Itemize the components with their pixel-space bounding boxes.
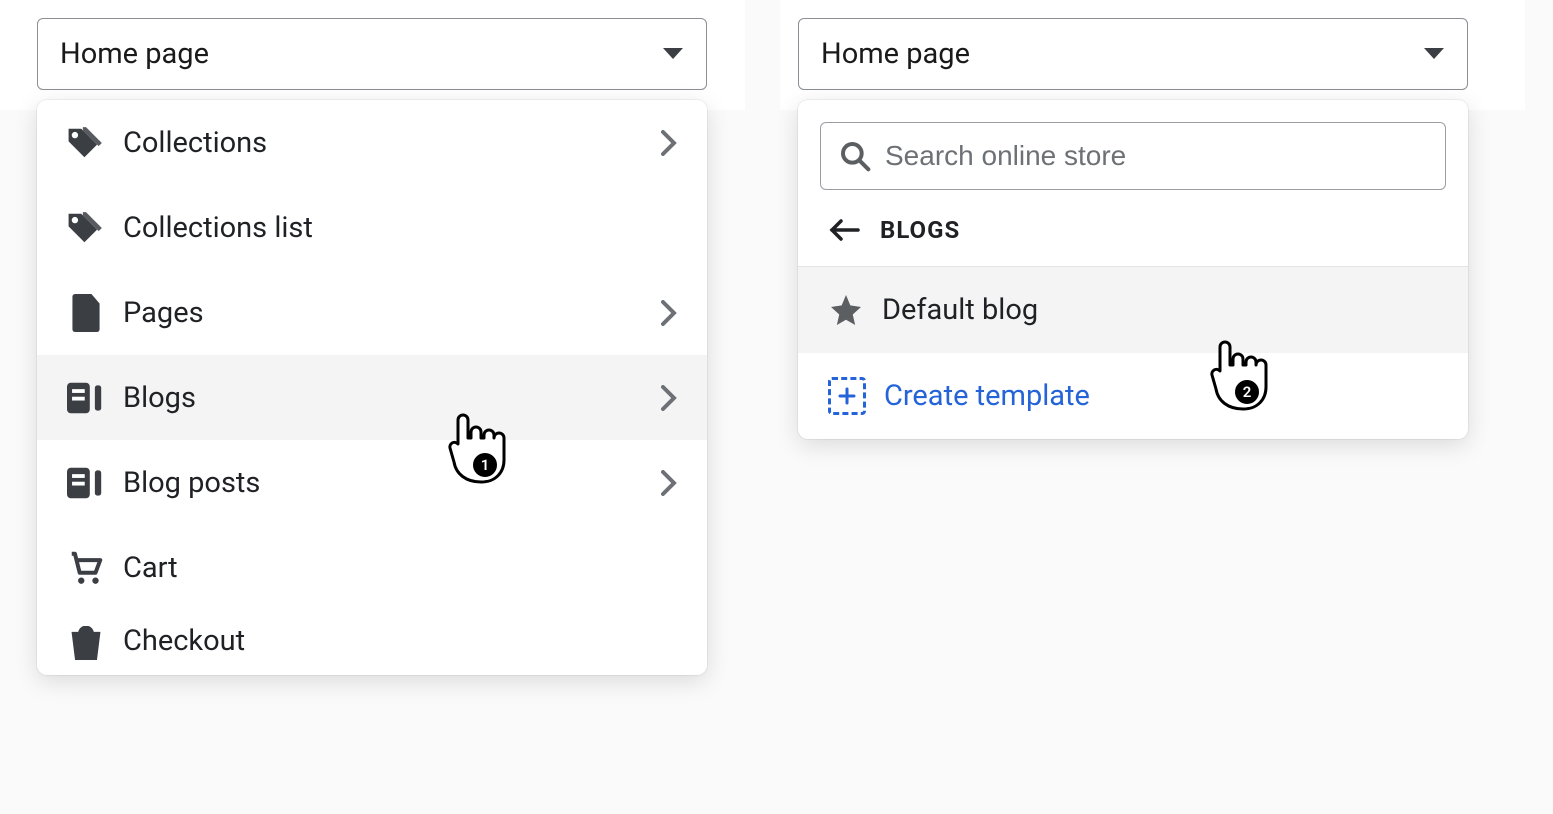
menu-item-label: Blog posts <box>123 466 260 500</box>
template-dropdown-left: Collections Collections list Pages Blog <box>37 100 707 675</box>
search-icon <box>839 140 871 172</box>
result-default-blog[interactable]: Default blog <box>798 267 1468 353</box>
template-select-label: Home page <box>60 37 209 71</box>
template-select-right[interactable]: Home page <box>798 18 1468 90</box>
create-template-label: Create template <box>884 379 1090 413</box>
menu-item-blogs[interactable]: Blogs <box>37 355 707 440</box>
breadcrumb-back[interactable]: BLOGS <box>798 208 1468 267</box>
chevron-right-icon <box>661 130 677 156</box>
tags-icon <box>67 209 105 247</box>
bag-icon <box>67 624 105 662</box>
caret-down-icon <box>1423 47 1445 61</box>
search-container <box>798 100 1468 208</box>
chevron-right-icon <box>661 300 677 326</box>
search-input[interactable] <box>885 140 1427 172</box>
star-icon <box>828 292 864 328</box>
menu-item-label: Pages <box>123 296 204 330</box>
menu-item-label: Cart <box>123 551 178 585</box>
menu-item-label: Collections list <box>123 211 313 245</box>
add-template-icon <box>828 377 866 415</box>
menu-item-label: Blogs <box>123 381 196 415</box>
breadcrumb-label: BLOGS <box>880 216 960 244</box>
tags-icon <box>67 124 105 162</box>
template-dropdown-right: BLOGS Default blog Create template <box>798 100 1468 439</box>
blog-icon <box>67 379 105 417</box>
create-template-button[interactable]: Create template <box>798 353 1468 439</box>
menu-item-checkout[interactable]: Checkout <box>37 610 707 675</box>
page-icon <box>67 294 105 332</box>
chevron-right-icon <box>661 385 677 411</box>
menu-item-pages[interactable]: Pages <box>37 270 707 355</box>
menu-item-cart[interactable]: Cart <box>37 525 707 610</box>
menu-item-collections[interactable]: Collections <box>37 100 707 185</box>
menu-item-label: Collections <box>123 126 267 160</box>
arrow-left-icon <box>828 218 862 242</box>
template-select-label: Home page <box>821 37 970 71</box>
result-label: Default blog <box>882 293 1038 327</box>
template-select-left[interactable]: Home page <box>37 18 707 90</box>
caret-down-icon <box>662 47 684 61</box>
chevron-right-icon <box>661 470 677 496</box>
menu-item-label: Checkout <box>123 624 245 658</box>
cart-icon <box>67 549 105 587</box>
search-box[interactable] <box>820 122 1446 190</box>
menu-item-collections-list[interactable]: Collections list <box>37 185 707 270</box>
blog-icon <box>67 464 105 502</box>
menu-item-blog-posts[interactable]: Blog posts <box>37 440 707 525</box>
